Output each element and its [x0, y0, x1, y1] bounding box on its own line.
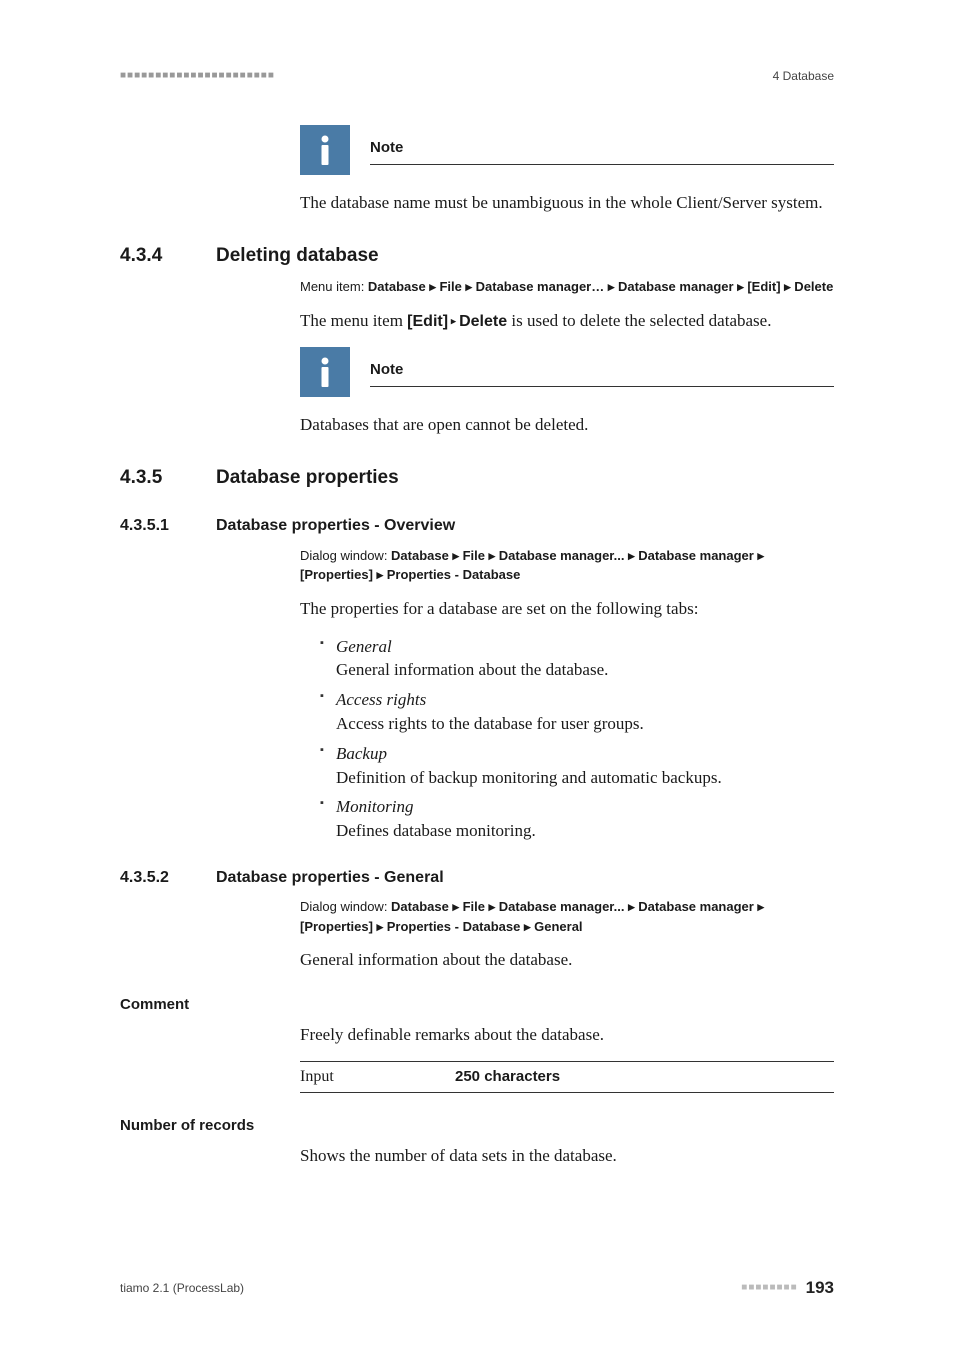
page-footer: tiamo 2.1 (ProcessLab) ■■■■■■■■ 193	[120, 1276, 834, 1300]
note-title-wrap: Note	[370, 347, 834, 387]
menu-prefix: Dialog window:	[300, 548, 391, 563]
heading-title: Database properties - Overview	[216, 515, 455, 537]
records-body: Shows the number of data sets in the dat…	[300, 1144, 834, 1168]
input-spec-row: Input 250 characters	[300, 1061, 834, 1093]
heading-4-3-4: 4.3.4 Deleting database	[120, 243, 834, 270]
note-title: Note	[370, 359, 834, 387]
menu-path: Dialog window: Database ▸ File ▸ Databas…	[300, 897, 834, 936]
page-number: 193	[806, 1276, 834, 1300]
comment-body: Freely definable remarks about the datab…	[300, 1023, 834, 1047]
field-label-records: Number of records	[120, 1115, 834, 1136]
prop-name: General	[336, 637, 392, 656]
page: ■■■■■■■■■■■■■■■■■■■■■■ 4 Database Note T…	[0, 0, 954, 1350]
properties-list: General General information about the dat…	[300, 635, 834, 843]
menu-prefix: Menu item:	[300, 279, 368, 294]
menu-path: Dialog window: Database ▸ File ▸ Databas…	[300, 546, 834, 585]
prop-desc: Access rights to the database for user g…	[336, 714, 644, 733]
list-item: Backup Definition of backup monitoring an…	[320, 742, 834, 790]
note-block: Note Databases that are open cannot be d…	[300, 347, 834, 437]
heading-4-3-5-2: 4.3.5.2 Database properties - General	[120, 867, 834, 889]
info-icon	[300, 125, 350, 175]
list-item: Access rights Access rights to the databa…	[320, 688, 834, 736]
input-value: 250 characters	[455, 1066, 560, 1088]
heading-number: 4.3.5.2	[120, 867, 190, 889]
page-header: ■■■■■■■■■■■■■■■■■■■■■■ 4 Database	[120, 68, 834, 85]
menu-prefix: Dialog window:	[300, 899, 391, 914]
note-body: The database name must be unambiguous in…	[300, 191, 834, 215]
arrow: ▸	[448, 315, 459, 327]
note-title-wrap: Note	[370, 125, 834, 165]
menu-path: Menu item: Database ▸ File ▸ Database ma…	[300, 277, 834, 297]
footer-product: tiamo 2.1 (ProcessLab)	[120, 1280, 244, 1297]
list-item: Monitoring Defines database monitoring.	[320, 795, 834, 843]
intro-text: The properties for a database are set on…	[300, 597, 834, 621]
list-item: General General information about the dat…	[320, 635, 834, 683]
info-icon	[300, 347, 350, 397]
body-text: The menu item [Edit] ▸ Delete is used to…	[300, 309, 834, 333]
note-header: Note	[300, 125, 834, 175]
heading-title: Database properties	[216, 465, 399, 492]
heading-number: 4.3.5	[120, 465, 190, 492]
text-suffix: is used to delete the selected database.	[507, 311, 771, 330]
menu-path-text: Database ▸ File ▸ Database manager… ▸ Da…	[368, 279, 833, 294]
prop-name: Access rights	[336, 690, 426, 709]
input-label: Input	[300, 1066, 455, 1088]
bold-delete: Delete	[459, 313, 507, 330]
bold-edit: [Edit]	[407, 313, 448, 330]
heading-4-3-5-1: 4.3.5.1 Database properties - Overview	[120, 515, 834, 537]
header-chapter: 4 Database	[773, 68, 834, 85]
heading-4-3-5: 4.3.5 Database properties	[120, 465, 834, 492]
text-prefix: The menu item	[300, 311, 407, 330]
note-block: Note The database name must be unambiguo…	[300, 125, 834, 215]
field-label-comment: Comment	[120, 994, 834, 1015]
prop-name: Monitoring	[336, 797, 413, 816]
intro-text: General information about the database.	[300, 948, 834, 972]
heading-title: Deleting database	[216, 243, 379, 270]
heading-title: Database properties - General	[216, 867, 444, 889]
prop-desc: General information about the database.	[336, 660, 608, 679]
footer-marks: ■■■■■■■■	[741, 1281, 797, 1295]
heading-number: 4.3.5.1	[120, 515, 190, 537]
note-title: Note	[370, 137, 834, 165]
prop-desc: Defines database monitoring.	[336, 821, 536, 840]
prop-desc: Definition of backup monitoring and auto…	[336, 768, 722, 787]
heading-number: 4.3.4	[120, 243, 190, 270]
note-body: Databases that are open cannot be delete…	[300, 413, 834, 437]
prop-name: Backup	[336, 744, 387, 763]
note-header: Note	[300, 347, 834, 397]
header-marks: ■■■■■■■■■■■■■■■■■■■■■■	[120, 69, 275, 83]
footer-right: ■■■■■■■■ 193	[741, 1276, 834, 1300]
